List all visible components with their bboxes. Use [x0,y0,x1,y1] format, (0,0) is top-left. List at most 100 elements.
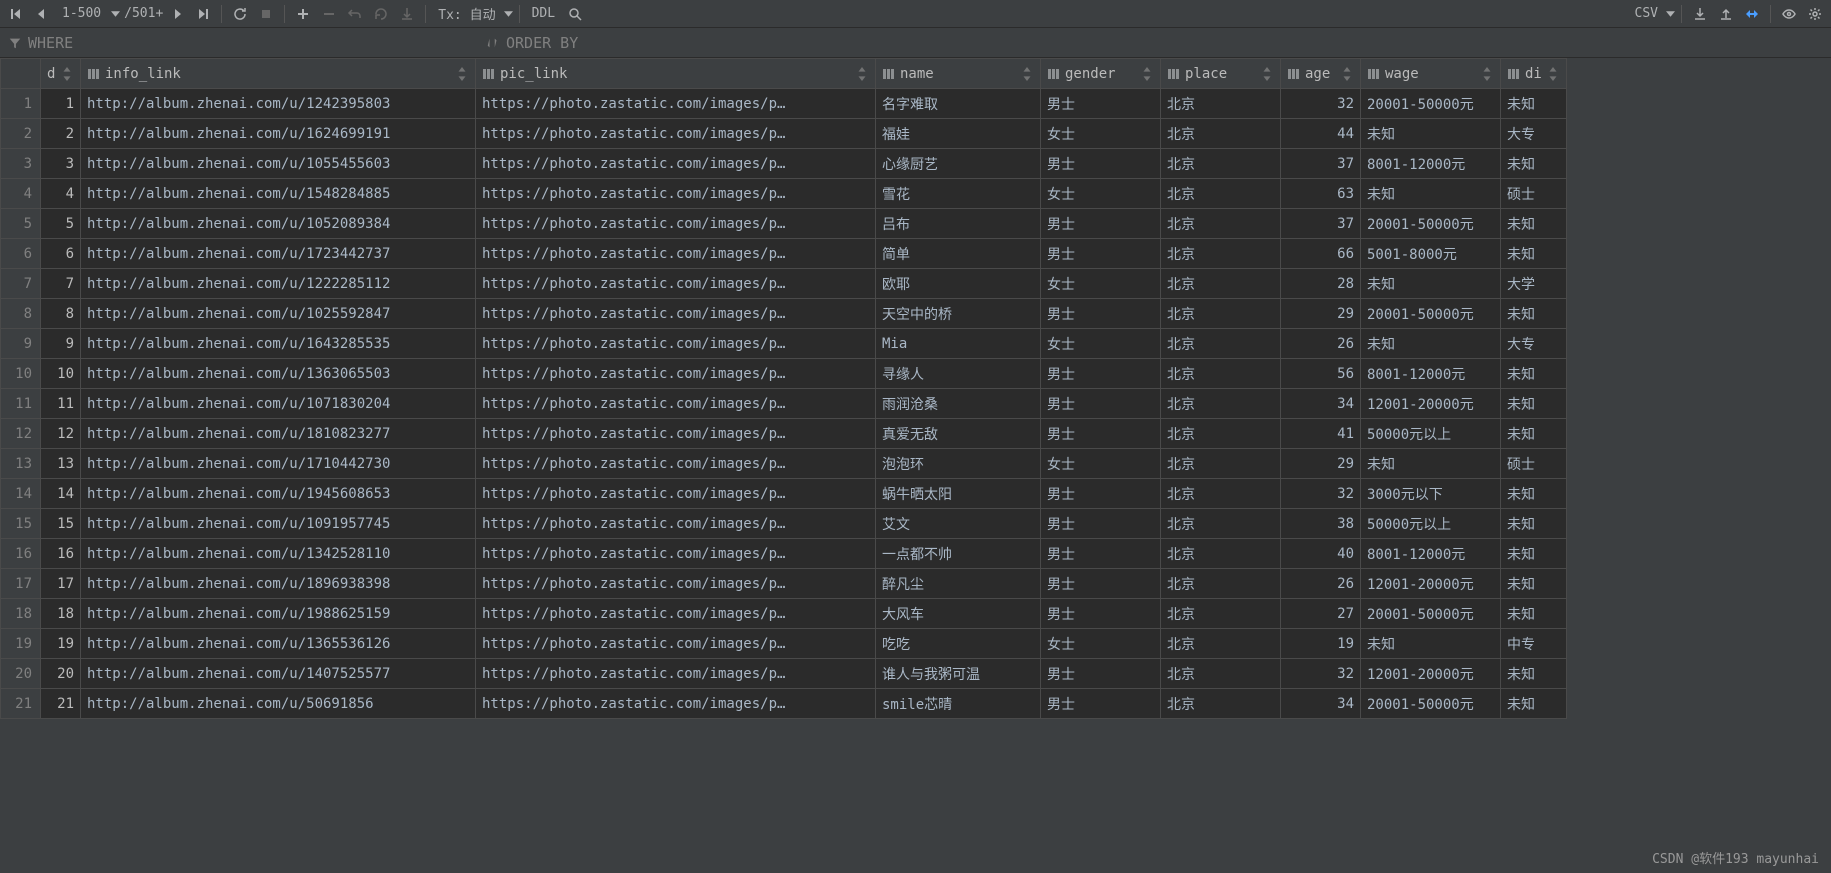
cell-age[interactable]: 40 [1281,539,1361,569]
cell-place[interactable]: 北京 [1161,509,1281,539]
cell-age[interactable]: 56 [1281,359,1361,389]
cell-info_link[interactable]: http://album.zhenai.com/u/1988625159 [81,599,476,629]
cell-place[interactable]: 北京 [1161,239,1281,269]
cell-name[interactable]: 吕布 [876,209,1041,239]
orderby-filter[interactable]: ORDER BY [478,28,586,57]
row-gutter[interactable]: 19 [1,629,41,659]
cell-place[interactable]: 北京 [1161,329,1281,359]
cell-place[interactable]: 北京 [1161,299,1281,329]
cell-d[interactable]: 10 [41,359,81,389]
col-place[interactable]: place [1161,59,1281,89]
cell-info_link[interactable]: http://album.zhenai.com/u/1342528110 [81,539,476,569]
table-row[interactable]: 1919http://album.zhenai.com/u/1365536126… [1,629,1567,659]
cell-d[interactable]: 18 [41,599,81,629]
row-gutter[interactable]: 3 [1,149,41,179]
cell-gender[interactable]: 女士 [1041,269,1161,299]
cell-info_link[interactable]: http://album.zhenai.com/u/50691856 [81,689,476,719]
search-icon[interactable] [563,2,587,26]
cell-pic_link[interactable]: https://photo.zastatic.com/images/p… [476,389,876,419]
cell-pic_link[interactable]: https://photo.zastatic.com/images/p… [476,269,876,299]
cell-di[interactable]: 未知 [1501,239,1567,269]
cell-place[interactable]: 北京 [1161,629,1281,659]
cell-age[interactable]: 29 [1281,299,1361,329]
cell-d[interactable]: 1 [41,89,81,119]
cell-di[interactable]: 未知 [1501,599,1567,629]
cell-pic_link[interactable]: https://photo.zastatic.com/images/p… [476,359,876,389]
cell-info_link[interactable]: http://album.zhenai.com/u/1624699191 [81,119,476,149]
cell-di[interactable]: 大学 [1501,269,1567,299]
cell-gender[interactable]: 女士 [1041,119,1161,149]
row-gutter[interactable]: 7 [1,269,41,299]
table-row[interactable]: 1414http://album.zhenai.com/u/1945608653… [1,479,1567,509]
cell-age[interactable]: 32 [1281,479,1361,509]
cell-d[interactable]: 15 [41,509,81,539]
cell-place[interactable]: 北京 [1161,389,1281,419]
row-gutter[interactable]: 21 [1,689,41,719]
data-grid[interactable]: dinfo_linkpic_linknamegenderplaceagewage… [0,58,1831,873]
cell-gender[interactable]: 男士 [1041,659,1161,689]
cell-di[interactable]: 大专 [1501,119,1567,149]
cell-pic_link[interactable]: https://photo.zastatic.com/images/p… [476,419,876,449]
cell-age[interactable]: 27 [1281,599,1361,629]
table-row[interactable]: 1515http://album.zhenai.com/u/1091957745… [1,509,1567,539]
cell-pic_link[interactable]: https://photo.zastatic.com/images/p… [476,569,876,599]
cell-info_link[interactable]: http://album.zhenai.com/u/1896938398 [81,569,476,599]
cell-di[interactable]: 未知 [1501,89,1567,119]
cell-di[interactable]: 未知 [1501,509,1567,539]
col-age[interactable]: age [1281,59,1361,89]
ddl-button[interactable]: DDL [526,6,561,21]
stop-icon[interactable] [254,2,278,26]
cell-wage[interactable]: 未知 [1361,629,1501,659]
cell-info_link[interactable]: http://album.zhenai.com/u/1810823277 [81,419,476,449]
cell-wage[interactable]: 8001-12000元 [1361,149,1501,179]
cell-name[interactable]: 欧耶 [876,269,1041,299]
cell-pic_link[interactable]: https://photo.zastatic.com/images/p… [476,299,876,329]
cell-place[interactable]: 北京 [1161,689,1281,719]
revert-icon[interactable] [369,2,393,26]
cell-wage[interactable]: 12001-20000元 [1361,659,1501,689]
cell-gender[interactable]: 男士 [1041,509,1161,539]
cell-gender[interactable]: 男士 [1041,299,1161,329]
cell-gender[interactable]: 男士 [1041,569,1161,599]
cell-place[interactable]: 北京 [1161,89,1281,119]
cell-name[interactable]: 心缘厨艺 [876,149,1041,179]
cell-di[interactable]: 硕士 [1501,449,1567,479]
cell-place[interactable]: 北京 [1161,539,1281,569]
cell-pic_link[interactable]: https://photo.zastatic.com/images/p… [476,479,876,509]
cell-info_link[interactable]: http://album.zhenai.com/u/1643285535 [81,329,476,359]
cell-age[interactable]: 37 [1281,149,1361,179]
row-gutter[interactable]: 12 [1,419,41,449]
row-gutter[interactable]: 17 [1,569,41,599]
pager[interactable]: 1-500 /501+ [56,4,163,23]
table-row[interactable]: 1212http://album.zhenai.com/u/1810823277… [1,419,1567,449]
cell-name[interactable]: 真爱无敌 [876,419,1041,449]
cell-wage[interactable]: 12001-20000元 [1361,569,1501,599]
cell-di[interactable]: 中专 [1501,629,1567,659]
cell-d[interactable]: 5 [41,209,81,239]
cell-info_link[interactable]: http://album.zhenai.com/u/1407525577 [81,659,476,689]
cell-name[interactable]: 吃吃 [876,629,1041,659]
row-gutter[interactable]: 15 [1,509,41,539]
cell-di[interactable]: 未知 [1501,659,1567,689]
cell-pic_link[interactable]: https://photo.zastatic.com/images/p… [476,659,876,689]
table-row[interactable]: 1313http://album.zhenai.com/u/1710442730… [1,449,1567,479]
cell-pic_link[interactable]: https://photo.zastatic.com/images/p… [476,179,876,209]
cell-name[interactable]: 大风车 [876,599,1041,629]
cell-info_link[interactable]: http://album.zhenai.com/u/1365536126 [81,629,476,659]
cell-gender[interactable]: 男士 [1041,89,1161,119]
cell-place[interactable]: 北京 [1161,209,1281,239]
cell-pic_link[interactable]: https://photo.zastatic.com/images/p… [476,209,876,239]
table-row[interactable]: 11http://album.zhenai.com/u/1242395803ht… [1,89,1567,119]
cell-pic_link[interactable]: https://photo.zastatic.com/images/p… [476,629,876,659]
cell-gender[interactable]: 男士 [1041,209,1161,239]
cell-wage[interactable]: 3000元以下 [1361,479,1501,509]
cell-di[interactable]: 未知 [1501,389,1567,419]
cell-gender[interactable]: 男士 [1041,689,1161,719]
col-info_link[interactable]: info_link [81,59,476,89]
cell-place[interactable]: 北京 [1161,179,1281,209]
cell-wage[interactable]: 20001-50000元 [1361,89,1501,119]
download-icon[interactable] [1688,2,1712,26]
cell-di[interactable]: 未知 [1501,209,1567,239]
cell-wage[interactable]: 未知 [1361,269,1501,299]
cell-pic_link[interactable]: https://photo.zastatic.com/images/p… [476,149,876,179]
